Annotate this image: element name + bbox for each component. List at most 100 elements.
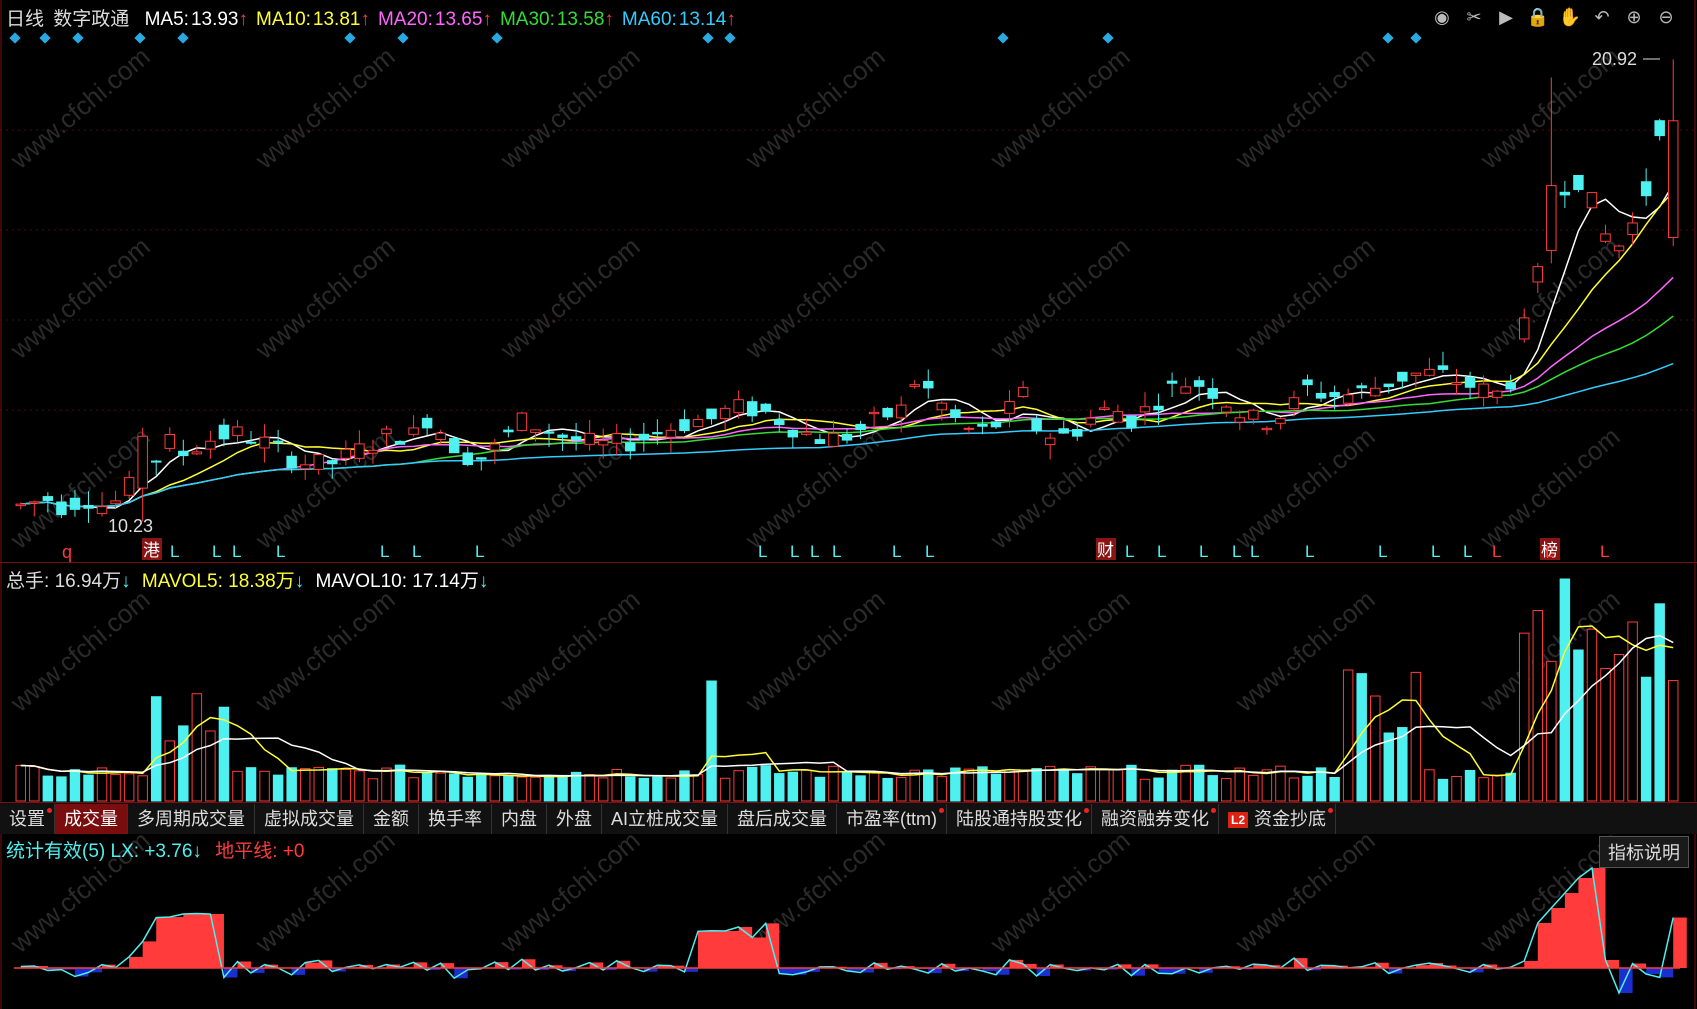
tab-13[interactable]: L2 资金抄底 — [1219, 804, 1337, 834]
candle-body — [69, 497, 81, 510]
svg-text:www.cfchi.com: www.cfchi.com — [249, 421, 401, 555]
volume-bar — [1221, 778, 1232, 802]
volume-bar — [692, 774, 704, 802]
l-marker: L — [412, 542, 421, 561]
candlestick-chart[interactable]: www.cfchi.com www.cfchi.com www.cfchi.com w… — [0, 0, 1697, 562]
l-marker: L — [170, 542, 179, 561]
volume-bar — [1559, 578, 1571, 802]
lock-icon[interactable]: 🔒 — [1525, 4, 1551, 30]
tab-label: 金额 — [373, 809, 409, 829]
tab-3[interactable]: 虚拟成交量 — [255, 804, 364, 834]
candle-body — [367, 449, 379, 454]
candle-body — [381, 428, 392, 435]
tab-12[interactable]: 融资融券变化 — [1092, 804, 1219, 834]
tab-1[interactable]: 成交量 — [55, 804, 128, 834]
volume-bar — [1600, 667, 1611, 802]
price-chart-pane[interactable]: www.cfchi.com www.cfchi.com www.cfchi.com w… — [0, 0, 1697, 562]
lx-arrow: ↓ — [192, 841, 202, 862]
tab-7[interactable]: 外盘 — [547, 804, 602, 834]
tab-9[interactable]: 盘后成交量 — [728, 804, 838, 834]
volume-pane[interactable]: www.cfchi.com www.cfchi.com www.cfchi.com w… — [0, 562, 1697, 803]
tab-5[interactable]: 换手率 — [419, 804, 492, 834]
tab-11[interactable]: 陆股通持股变化 — [947, 804, 1092, 834]
l-marker: L — [1492, 542, 1501, 561]
ma-label: MA60: — [621, 9, 677, 30]
volume-bar — [1261, 769, 1273, 802]
l-marker: L — [1250, 542, 1259, 561]
zoom-out-icon[interactable]: ⊖ — [1653, 4, 1679, 30]
volume-bar — [1234, 767, 1246, 802]
volume-bar — [83, 774, 94, 802]
svg-text:www.cfchi.com: www.cfchi.com — [494, 41, 646, 175]
ma-legend: 日线 数字政通 MA5: 13.93↑ MA10: 13.81↑ MA20: 13.65↑… — [6, 4, 748, 31]
candle-body — [1153, 405, 1164, 411]
candle-body — [760, 403, 771, 412]
candle-body — [597, 439, 609, 446]
new-dot-icon — [1084, 808, 1089, 813]
ma-label: MA5: — [144, 9, 189, 30]
scissors-icon[interactable]: ✂ — [1461, 4, 1487, 30]
svg-text:www.cfchi.com: www.cfchi.com — [739, 584, 891, 718]
candle-body — [1329, 392, 1340, 397]
volume-bar — [1464, 769, 1476, 802]
tab-4[interactable]: 金额 — [364, 804, 419, 834]
signal-diamond-icon — [39, 32, 51, 44]
signal-diamond-icon — [1102, 32, 1114, 44]
volume-bar — [1424, 769, 1435, 802]
candle-body — [462, 452, 473, 466]
candle-body — [1193, 380, 1205, 387]
signal-diamond-icon — [491, 32, 503, 44]
volume-bar — [178, 725, 189, 802]
candle-body — [123, 477, 135, 496]
candle-body — [530, 429, 541, 433]
marker-cai[interactable]: 财 — [1097, 541, 1114, 560]
candle-body — [692, 419, 704, 428]
lx-value: +3.76 — [144, 841, 193, 862]
candle-body — [679, 419, 690, 432]
tab-8[interactable]: AI立桩成交量 — [602, 804, 729, 834]
indicator-pane[interactable]: www.cfchi.com www.cfchi.com www.cfchi.com w… — [0, 834, 1697, 1009]
candle-body — [1518, 317, 1530, 340]
ma-item-3: MA30: 13.58↑ — [500, 9, 618, 30]
tab-6[interactable]: 内盘 — [492, 804, 547, 834]
play-icon[interactable]: ▶ — [1493, 4, 1519, 30]
tab-10[interactable]: 市盈率(ttm) — [837, 804, 947, 834]
candle-body — [299, 464, 311, 470]
candle-body — [665, 429, 677, 438]
volume-bar — [1329, 776, 1340, 802]
candle-body — [868, 411, 880, 415]
svg-text:www.cfchi.com: www.cfchi.com — [4, 584, 156, 718]
candle-body — [435, 432, 446, 440]
baseline-value: +0 — [282, 841, 305, 862]
l-marker: L — [810, 542, 819, 561]
marker-gang[interactable]: 港 — [143, 541, 160, 560]
tab-label: 陆股通持股变化 — [956, 809, 1082, 829]
period-label[interactable]: 日线 — [6, 9, 44, 30]
tab-label: 市盈率(ttm) — [846, 809, 937, 829]
tab-label: 虚拟成交量 — [264, 809, 354, 829]
svg-text:www.cfchi.com: www.cfchi.com — [249, 584, 401, 718]
tab-0[interactable]: 设置 — [0, 804, 55, 834]
candle-body — [1044, 437, 1056, 446]
l-marker: L — [892, 542, 901, 561]
volume-chart[interactable]: www.cfchi.com www.cfchi.com www.cfchi.com w… — [0, 563, 1697, 803]
volume-bar — [733, 770, 744, 802]
signal-diamond-icon — [997, 32, 1009, 44]
candle-body — [1640, 181, 1652, 197]
zoom-in-icon[interactable]: ⊕ — [1621, 4, 1647, 30]
l-marker: L — [1305, 542, 1314, 561]
l-marker: L — [1600, 542, 1609, 561]
volume-bar — [597, 777, 609, 802]
volume-bar — [42, 775, 54, 802]
indicator-name[interactable]: 统计有效(5) — [6, 841, 105, 862]
volume-bar — [719, 777, 731, 802]
candle-body — [1004, 401, 1015, 414]
volume-bar — [746, 766, 758, 802]
tab-2[interactable]: 多周期成交量 — [128, 804, 255, 834]
candle-body — [1654, 120, 1665, 137]
hand-icon[interactable]: ✋ — [1557, 4, 1583, 30]
l-marker: L — [1125, 542, 1134, 561]
indicator-help-button[interactable]: 指标说明 — [1599, 836, 1689, 868]
undo-icon[interactable]: ↶ — [1589, 4, 1615, 30]
eye-icon[interactable]: ◉ — [1429, 4, 1455, 30]
